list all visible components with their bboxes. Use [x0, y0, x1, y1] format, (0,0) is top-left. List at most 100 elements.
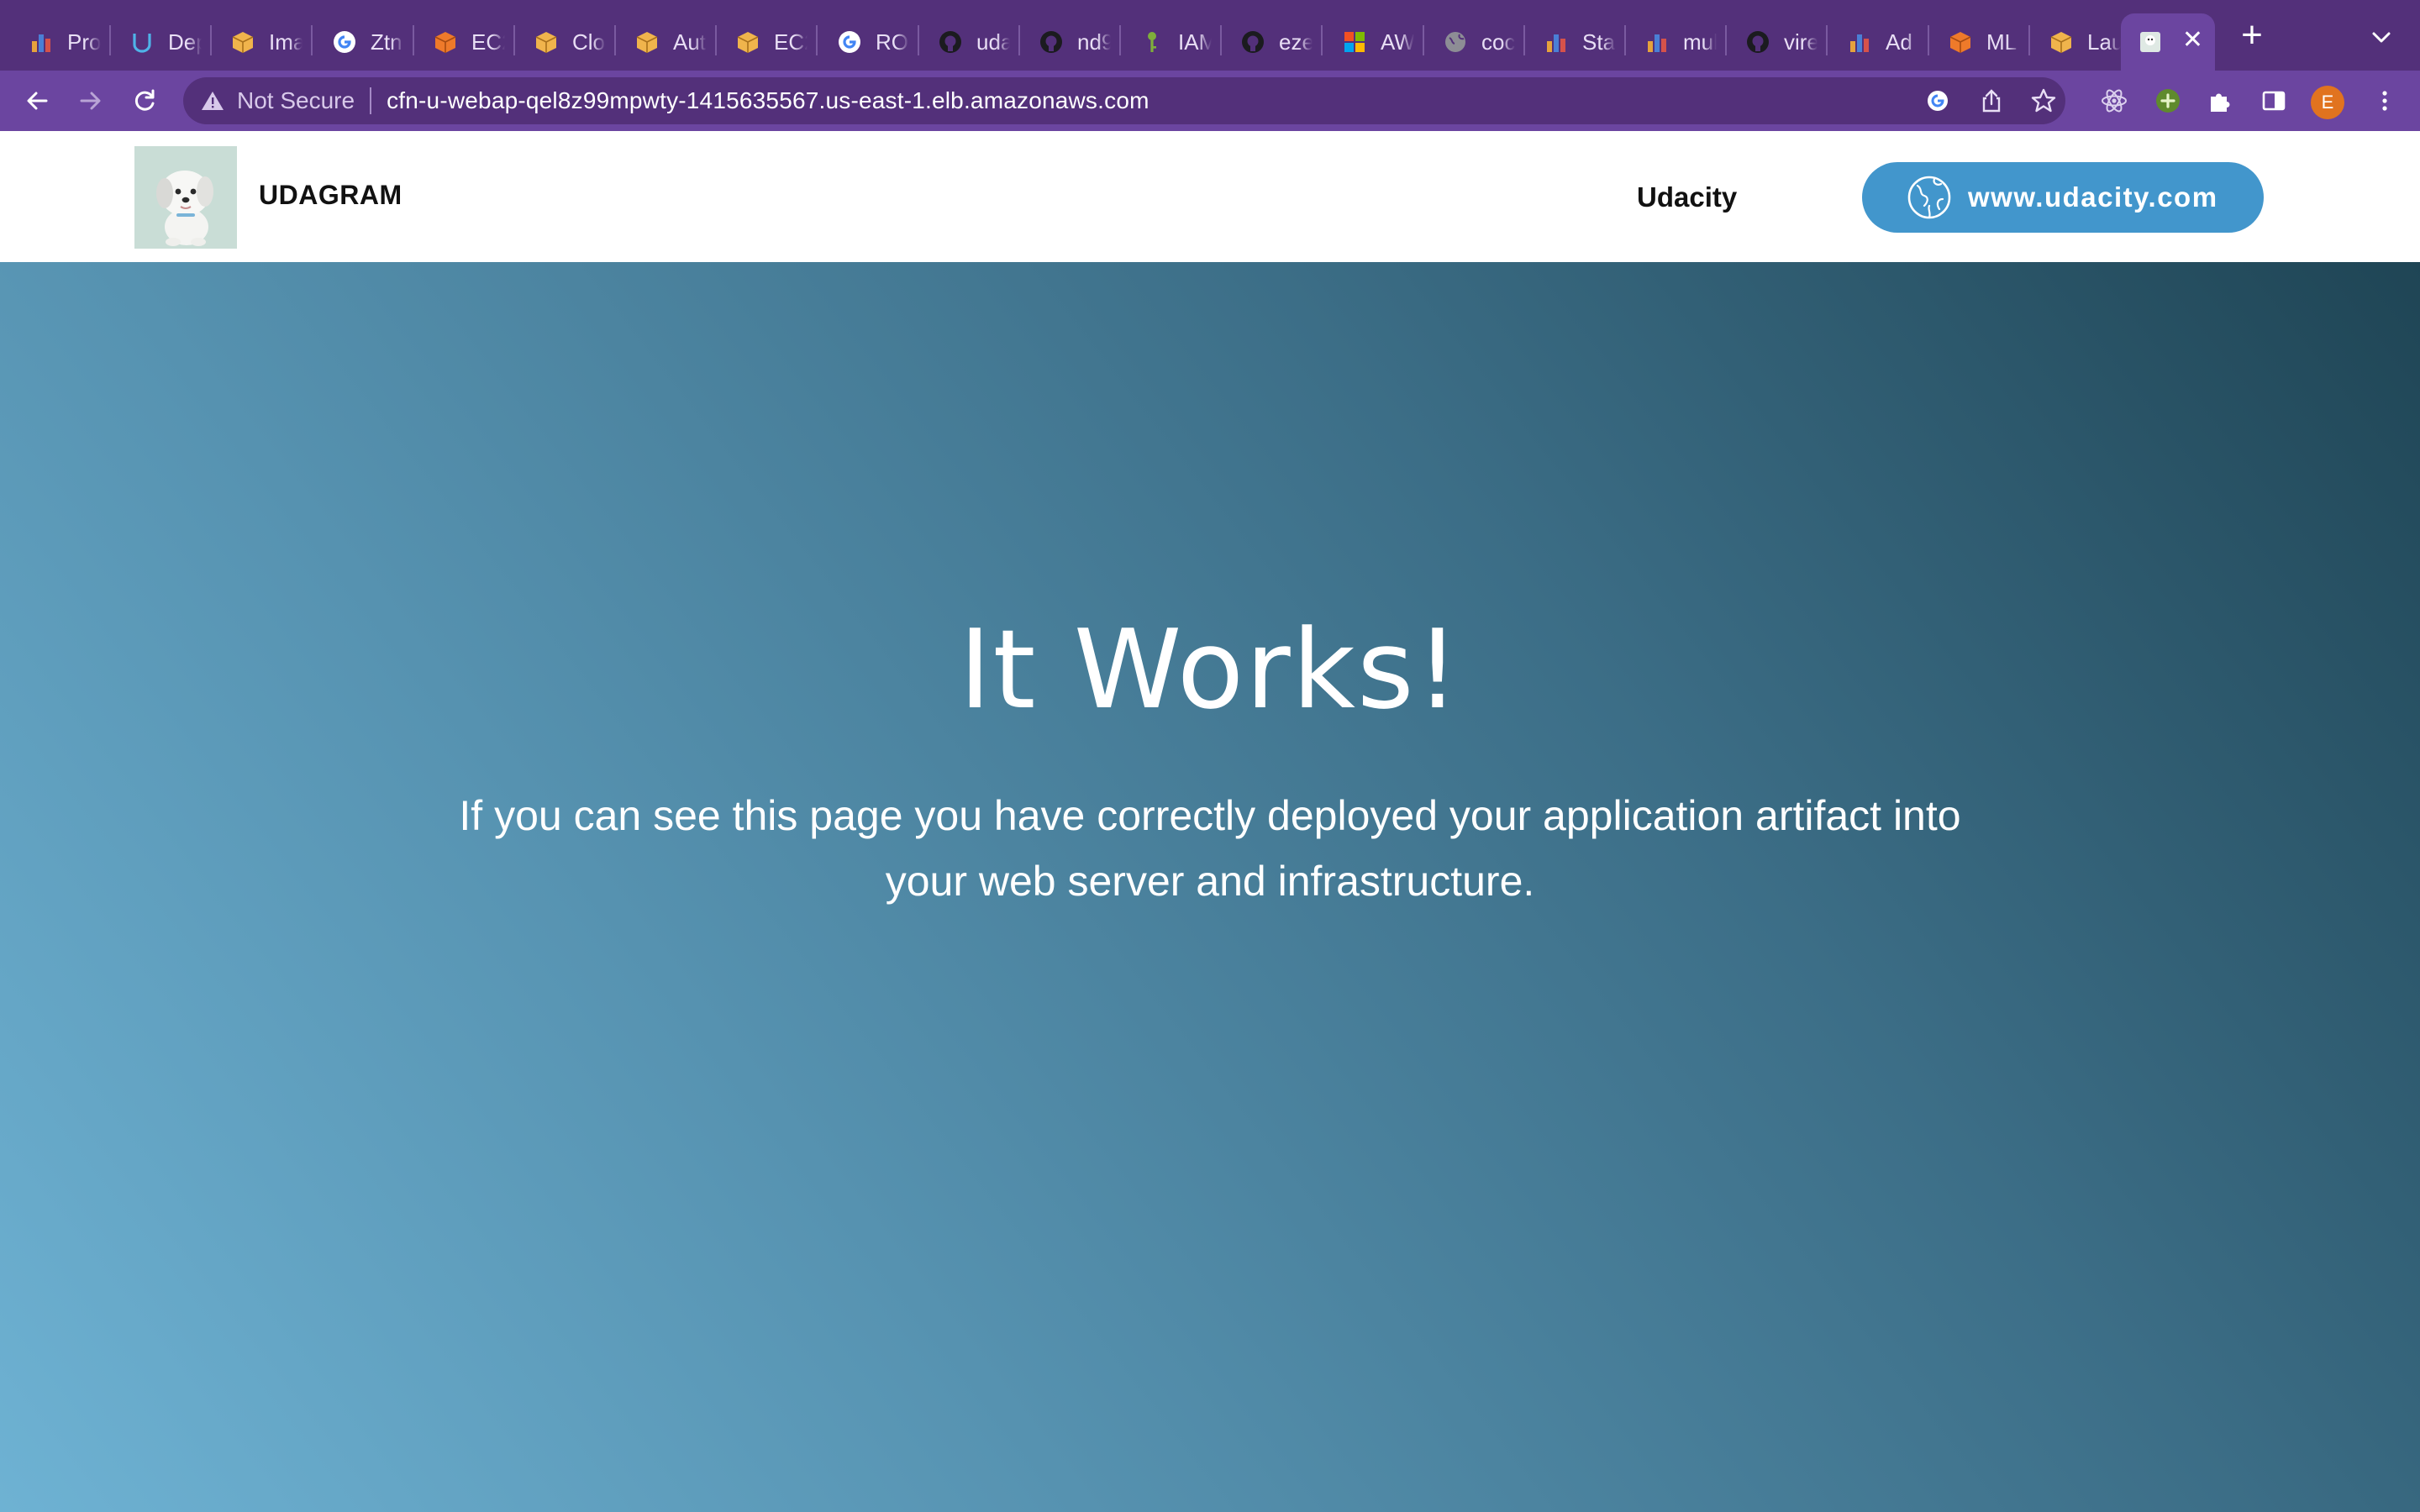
tab-separator: [614, 25, 616, 55]
hero-title: It Works!: [959, 606, 1461, 733]
browser-tab[interactable]: EC2: [718, 13, 811, 71]
udacity-website-button-label: www.udacity.com: [1968, 181, 2218, 213]
tab-separator: [1725, 25, 1727, 55]
tab-separator: [715, 25, 717, 55]
browser-tab[interactable]: EC2: [416, 13, 508, 71]
browser-tab[interactable]: coc: [1426, 13, 1518, 71]
browser-tab[interactable]: eze: [1223, 13, 1316, 71]
browser-tab[interactable]: Ima: [213, 13, 306, 71]
browser-tab[interactable]: AW: [1325, 13, 1418, 71]
browser-tab[interactable]: vire: [1728, 13, 1821, 71]
browser-tab-title: Ad: [1886, 29, 1912, 55]
forward-icon[interactable]: [72, 82, 109, 119]
side-panel-icon[interactable]: [2255, 82, 2292, 119]
browser-tab-title: Aut: [673, 29, 707, 55]
aws-box-icon: [230, 29, 255, 55]
tab-separator: [1220, 25, 1222, 55]
tab-separator: [513, 25, 515, 55]
page-favicon-icon: [2138, 29, 2163, 55]
browser-tab-title: Dep: [168, 29, 202, 55]
google-lens-icon[interactable]: [1924, 87, 1951, 114]
tab-separator: [1119, 25, 1121, 55]
browser-tab[interactable]: ROI: [820, 13, 913, 71]
browser-tab-title: Ima: [269, 29, 302, 55]
google-icon: [332, 29, 357, 55]
warning-triangle-icon: [202, 92, 224, 110]
browser-tab[interactable]: Clo: [517, 13, 609, 71]
share-icon[interactable]: [1978, 87, 2005, 114]
green-extension-icon[interactable]: [2149, 82, 2186, 119]
back-icon[interactable]: [18, 82, 55, 119]
reload-icon[interactable]: [126, 82, 163, 119]
tab-separator: [1826, 25, 1828, 55]
browser-tab-title: coc: [1481, 29, 1515, 55]
profile-avatar[interactable]: E: [2311, 86, 2344, 119]
google-icon: [837, 29, 862, 55]
more-menu-icon[interactable]: [2366, 82, 2403, 119]
github-icon: [1039, 29, 1064, 55]
browser-tab[interactable]: Pro: [12, 13, 104, 71]
browser-tab-title: vire: [1784, 29, 1818, 55]
tab-separator: [1423, 25, 1424, 55]
browser-tab-title: mul: [1683, 29, 1717, 55]
browser-tab[interactable]: IAM: [1123, 13, 1215, 71]
udacity-nav-link[interactable]: Udacity: [1637, 181, 1737, 213]
bookmark-star-icon[interactable]: [2030, 87, 2057, 114]
browser-tab-title: eze: [1279, 29, 1313, 55]
tab-separator: [1928, 25, 1929, 55]
browser-tab[interactable]: Ad: [1830, 13, 1923, 71]
extensions-puzzle-icon[interactable]: [2202, 82, 2238, 119]
tab-separator: [1018, 25, 1020, 55]
url-text[interactable]: cfn-u-webap-qel8z99mpwty-1415635567.us-e…: [387, 87, 1150, 114]
browser-tab-title: Lau: [2087, 29, 2121, 55]
tab-separator: [816, 25, 818, 55]
site-navbar: UDAGRAM Udacity www.udacity.com: [0, 131, 2420, 262]
aws-box-icon: [735, 29, 760, 55]
udacity-website-button[interactable]: www.udacity.com: [1862, 162, 2264, 233]
browser-tab-title: uda: [976, 29, 1010, 55]
browser-tab[interactable]: mul: [1628, 13, 1720, 71]
globe-icon: [1443, 29, 1468, 55]
tab-active[interactable]: ✕: [2121, 13, 2215, 71]
bar-chart-icon: [1847, 29, 1872, 55]
close-tab-icon[interactable]: ✕: [2182, 25, 2203, 55]
browser-tab[interactable]: Lau: [2032, 13, 2124, 71]
browser-tab-title: Pro: [67, 29, 101, 55]
tab-search-chevron-icon[interactable]: [2368, 24, 2395, 50]
bar-chart-icon: [29, 29, 54, 55]
browser-tab[interactable]: uda: [921, 13, 1013, 71]
hero-section: It Works! If you can see this page you h…: [0, 262, 2420, 1512]
aws-box-icon: [534, 29, 559, 55]
github-icon: [938, 29, 963, 55]
aws-box-icon: [634, 29, 660, 55]
tab-separator: [2028, 25, 2030, 55]
tab-separator: [918, 25, 919, 55]
browser-tab[interactable]: Aut: [618, 13, 710, 71]
brand-name[interactable]: UDAGRAM: [259, 180, 402, 211]
browser-tab[interactable]: ML: [1931, 13, 2023, 71]
bar-chart-icon: [1644, 29, 1670, 55]
browser-tab-title: EC2: [774, 29, 808, 55]
browser-tab[interactable]: nd9: [1022, 13, 1114, 71]
security-status-label[interactable]: Not Secure: [237, 87, 355, 114]
tab-separator: [1624, 25, 1626, 55]
tab-separator: [1523, 25, 1525, 55]
browser-tab[interactable]: Sta: [1527, 13, 1619, 71]
omnibox-divider: [370, 87, 372, 114]
browser-tab-title: AW: [1381, 29, 1414, 55]
new-tab-button[interactable]: +: [2235, 17, 2269, 54]
browser-tab[interactable]: Ztn: [315, 13, 408, 71]
microsoft-icon: [1342, 29, 1367, 55]
aws-ec2-icon: [433, 29, 458, 55]
tab-separator: [1321, 25, 1323, 55]
browser-tab[interactable]: Dep: [113, 13, 205, 71]
udagram-logo-dog-icon[interactable]: [134, 146, 237, 249]
browser-tab-title: IAM: [1178, 29, 1212, 55]
address-bar[interactable]: Not Secure cfn-u-webap-qel8z99mpwty-1415…: [183, 77, 2065, 124]
browser-tab-strip: Pro Dep Ima Ztn EC2 Clo Aut EC2 ROI uda nd9 IAM eze A…: [0, 0, 2420, 71]
hero-description: If you can see this page you have correc…: [459, 792, 1961, 905]
github-icon: [1240, 29, 1265, 55]
bar-chart-icon: [1544, 29, 1569, 55]
browser-tab-title: EC2: [471, 29, 505, 55]
react-devtools-icon[interactable]: [2096, 82, 2133, 119]
